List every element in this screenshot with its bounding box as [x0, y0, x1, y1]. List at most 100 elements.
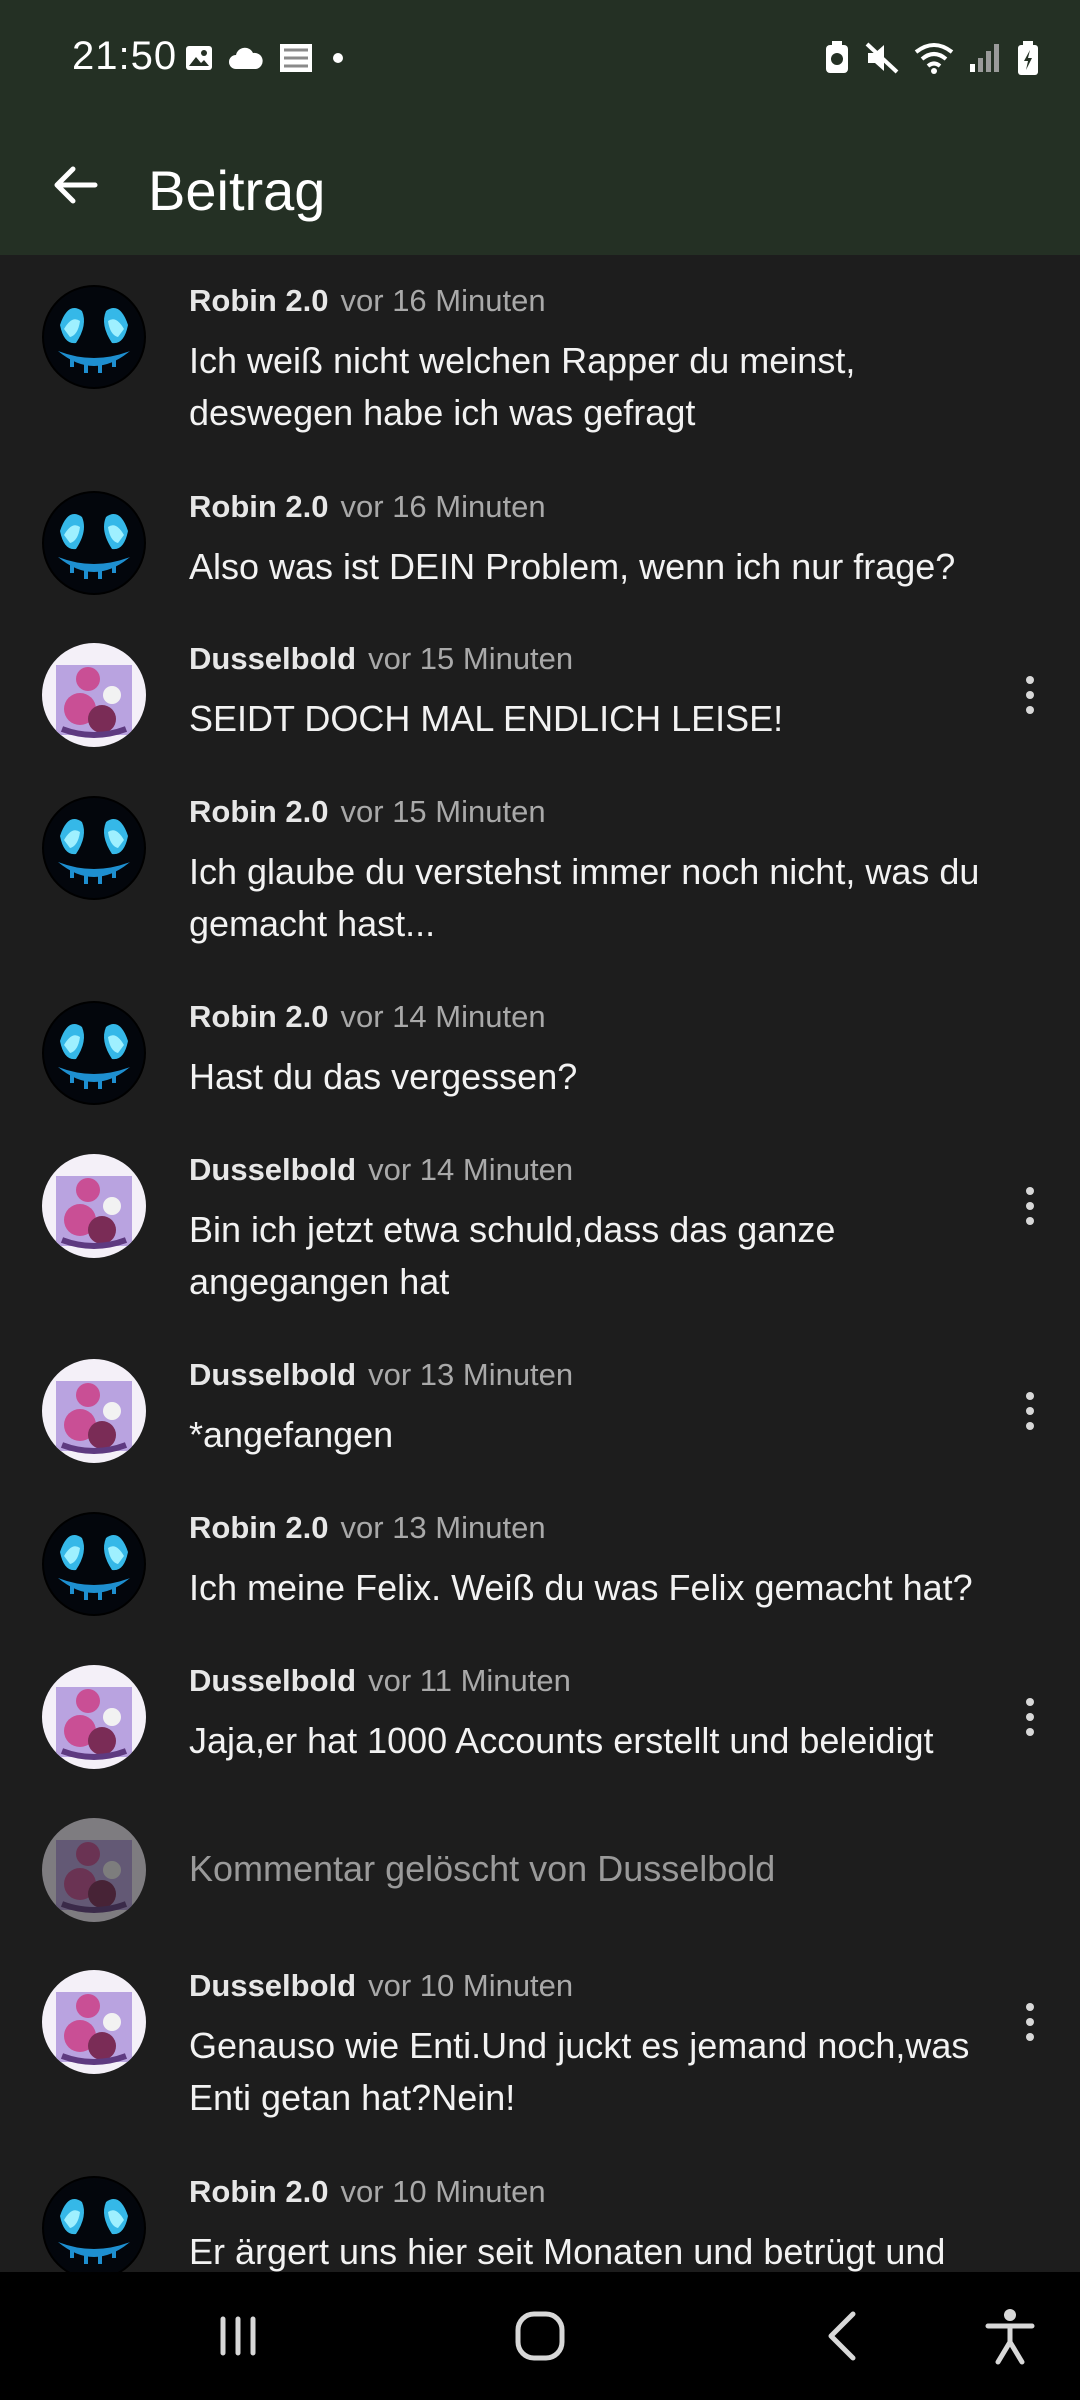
avatar[interactable]: [42, 2176, 146, 2272]
comment-author[interactable]: Dusselbold: [189, 1663, 356, 1698]
more-options-button[interactable]: [1010, 1176, 1050, 1236]
comment-author[interactable]: Dusselbold: [189, 1357, 356, 1392]
comment-meta: Robin 2.0 vor 16 Minuten: [189, 283, 546, 319]
top-bar: 21:50 Beitrag: [0, 0, 1080, 255]
comment-meta: Dusselbold vor 14 Minuten: [189, 1152, 573, 1188]
comment-text-line: Genauso wie Enti.Und juckt es jemand noc…: [189, 2025, 970, 2066]
page-title: Beitrag: [148, 159, 326, 222]
comment-meta: Dusselbold vor 13 Minuten: [189, 1357, 573, 1393]
avatar[interactable]: [42, 796, 146, 900]
comment-time: vor 10 Minuten: [368, 1968, 574, 2003]
comment-author[interactable]: Dusselbold: [189, 641, 356, 676]
avatar[interactable]: [42, 643, 146, 747]
arrow-left-icon: [54, 166, 98, 204]
home-icon: [515, 2311, 565, 2361]
comment-author[interactable]: Robin 2.0: [189, 999, 329, 1034]
comment-text: SEIDT DOCH MAL ENDLICH LEISE!: [189, 693, 1029, 745]
comment-text: Bin ich jetzt etwa schuld,dass das ganze…: [189, 1204, 1029, 1308]
app-icon: [278, 42, 314, 79]
avatar[interactable]: [42, 1818, 146, 1922]
comment-time: vor 15 Minuten: [340, 794, 546, 829]
comment-time: vor 16 Minuten: [340, 283, 546, 318]
comment-text: Also was ist DEIN Problem, wenn ich nur …: [189, 541, 1029, 593]
back-icon: [828, 2311, 856, 2361]
comment-list[interactable]: Robin 2.0 vor 16 Minuten Ich weiß nicht we…: [0, 255, 1080, 2272]
comment-meta: Robin 2.0 vor 16 Minuten: [189, 489, 546, 525]
status-time: 21:50: [72, 34, 178, 78]
avatar[interactable]: [42, 1970, 146, 2074]
comment-text-line: SEIDT DOCH MAL ENDLICH LEISE!: [189, 698, 784, 739]
comment-text-line: Ich glaube du verstehst immer noch nicht…: [189, 851, 980, 892]
deleted-comment-text: Kommentar gelöscht von Dusselbold: [189, 1848, 776, 1889]
comment-time: vor 10 Minuten: [340, 2174, 546, 2209]
comment-author[interactable]: Dusselbold: [189, 1968, 356, 2003]
avatar[interactable]: [42, 491, 146, 595]
comment-author[interactable]: Dusselbold: [189, 1152, 356, 1187]
comment-text-line: *angefangen: [189, 1414, 394, 1455]
avatar[interactable]: [42, 1359, 146, 1463]
comment-text: Ich meine Felix. Weiß du was Felix gemac…: [189, 1562, 1029, 1614]
battery-saver-icon: [824, 41, 850, 80]
comment-text: *angefangen: [189, 1409, 1029, 1461]
comment-text: Er ärgert uns hier seit Monaten und betr…: [189, 2226, 1029, 2272]
more-options-button[interactable]: [1010, 665, 1050, 725]
accessibility-button[interactable]: [970, 2296, 1050, 2376]
comment-meta: Robin 2.0 vor 13 Minuten: [189, 1510, 546, 1546]
comment-time: vor 14 Minuten: [368, 1152, 574, 1187]
comment-time: vor 14 Minuten: [340, 999, 546, 1034]
more-options-button[interactable]: [1010, 1381, 1050, 1441]
comment-meta: Robin 2.0 vor 10 Minuten: [189, 2174, 546, 2210]
comment-text-line: angegangen hat: [189, 1261, 450, 1302]
comment-text-line: Hast du das vergessen?: [189, 1056, 578, 1097]
status-right-icons: [824, 40, 1040, 81]
status-left-icons: [184, 42, 348, 79]
avatar[interactable]: [42, 1001, 146, 1105]
recents-button[interactable]: [198, 2296, 278, 2376]
comment-author[interactable]: Robin 2.0: [189, 1510, 329, 1545]
more-options-button[interactable]: [1010, 1687, 1050, 1747]
nav-back-button[interactable]: [802, 2296, 882, 2376]
gallery-icon: [184, 43, 214, 78]
system-nav-bar: [0, 2272, 1080, 2400]
dot-icon: [328, 48, 348, 73]
comment-author[interactable]: Robin 2.0: [189, 283, 329, 318]
comment-time: vor 13 Minuten: [368, 1357, 574, 1392]
comment-meta: Dusselbold vor 10 Minuten: [189, 1968, 573, 2004]
back-button[interactable]: [40, 150, 110, 220]
wifi-icon: [914, 42, 954, 79]
comment-author[interactable]: Robin 2.0: [189, 794, 329, 829]
comment-meta: Robin 2.0 vor 15 Minuten: [189, 794, 546, 830]
comment-time: vor 16 Minuten: [340, 489, 546, 524]
comment-text-line: Bin ich jetzt etwa schuld,dass das ganze: [189, 1209, 836, 1250]
cloud-icon: [228, 45, 264, 76]
more-options-button[interactable]: [1010, 1992, 1050, 2052]
comment-meta: Dusselbold vor 15 Minuten: [189, 641, 573, 677]
avatar[interactable]: [42, 1512, 146, 1616]
comment-time: vor 11 Minuten: [368, 1663, 571, 1698]
mute-icon: [864, 41, 900, 80]
comment-text-line: gemacht hast...: [189, 903, 436, 944]
avatar[interactable]: [42, 1665, 146, 1769]
comment-text-line: Also was ist DEIN Problem, wenn ich nur …: [189, 546, 956, 587]
avatar[interactable]: [42, 285, 146, 389]
comment-meta: Robin 2.0 vor 14 Minuten: [189, 999, 546, 1035]
comment-author[interactable]: Robin 2.0: [189, 489, 329, 524]
battery-charging-icon: [1016, 40, 1040, 81]
recents-icon: [220, 2316, 256, 2356]
comment-text-line: Er ärgert uns hier seit Monaten und betr…: [189, 2231, 946, 2272]
comment-time: vor 13 Minuten: [340, 1510, 546, 1545]
home-button[interactable]: [500, 2296, 580, 2376]
comment-text: Jaja,er hat 1000 Accounts erstellt und b…: [189, 1715, 1029, 1767]
comment-text-line: Ich meine Felix. Weiß du was Felix gemac…: [189, 1567, 973, 1608]
comment-time: vor 15 Minuten: [368, 641, 574, 676]
comment-meta: Dusselbold vor 11 Minuten: [189, 1663, 571, 1699]
comment-text: Ich glaube du verstehst immer noch nicht…: [189, 846, 1029, 950]
comment-text-line: deswegen habe ich was gefragt: [189, 392, 696, 433]
app-bar: Beitrag: [0, 120, 1080, 255]
comment-text-line: Ich weiß nicht welchen Rapper du meinst,: [189, 340, 856, 381]
accessibility-icon: [985, 2309, 1035, 2365]
avatar[interactable]: [42, 1154, 146, 1258]
signal-icon: [968, 42, 1002, 79]
comment-text-line: Jaja,er hat 1000 Accounts erstellt und b…: [189, 1720, 934, 1761]
comment-author[interactable]: Robin 2.0: [189, 2174, 329, 2209]
